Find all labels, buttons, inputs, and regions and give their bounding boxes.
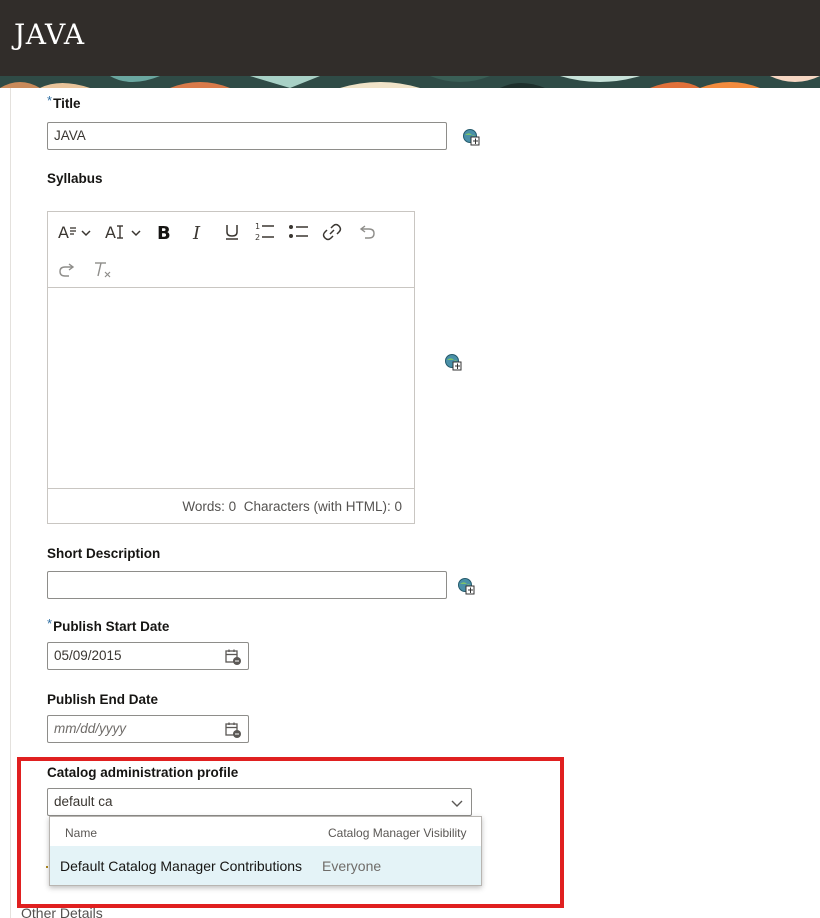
required-marker: * <box>47 616 53 631</box>
short-description-label: Short Description <box>47 546 161 561</box>
svg-text:1: 1 <box>255 222 260 231</box>
title-label: *Title <box>47 93 81 111</box>
font-style-icon[interactable]: A <box>56 220 94 244</box>
editor-counts: Words: 0 Characters (with HTML): 0 <box>48 488 414 523</box>
character-count: Characters (with HTML): 0 <box>243 499 402 514</box>
section-divider <box>10 88 11 918</box>
svg-text:I: I <box>192 223 201 242</box>
page-header: JAVA <box>0 0 820 76</box>
translate-globe-icon[interactable] <box>444 353 462 371</box>
publish-end-date-label: Publish End Date <box>47 692 159 707</box>
word-count: Words: 0 <box>182 499 237 514</box>
publish-start-date-label: *Publish Start Date <box>47 616 170 634</box>
highlight-annotation-box <box>17 757 564 908</box>
decorative-banner <box>0 76 820 88</box>
syllabus-content-area[interactable] <box>48 288 414 488</box>
editor-toolbar: A A B I 12 <box>48 212 414 288</box>
svg-text:A: A <box>58 223 69 242</box>
italic-icon[interactable]: I <box>186 220 210 244</box>
other-details-section[interactable]: Other Details <box>21 905 103 918</box>
syllabus-editor[interactable]: A A B I 12 Words: 0 Characters (with HTM… <box>47 211 415 524</box>
translate-globe-icon[interactable] <box>457 577 475 595</box>
publish-end-date-input[interactable]: mm/dd/yyyy <box>47 715 249 743</box>
translate-globe-icon[interactable] <box>462 128 480 146</box>
svg-text:2: 2 <box>255 233 260 242</box>
short-description-input[interactable] <box>47 571 447 599</box>
bulleted-list-icon[interactable] <box>286 220 312 244</box>
undo-icon[interactable] <box>354 220 378 244</box>
publish-start-date-input[interactable]: 05/09/2015 <box>47 642 249 670</box>
title-input[interactable]: JAVA <box>47 122 447 150</box>
bold-icon[interactable]: B <box>152 220 176 244</box>
underline-icon[interactable] <box>220 220 244 244</box>
svg-text:A: A <box>105 223 116 242</box>
link-icon[interactable] <box>320 220 344 244</box>
calendar-icon[interactable] <box>224 721 242 739</box>
required-marker: * <box>47 93 53 108</box>
redo-icon[interactable] <box>56 258 80 282</box>
svg-text:B: B <box>157 223 171 242</box>
numbered-list-icon[interactable]: 12 <box>252 220 278 244</box>
syllabus-label: Syllabus <box>47 171 103 186</box>
calendar-icon[interactable] <box>224 648 242 666</box>
page-title: JAVA <box>14 18 85 51</box>
clear-format-icon[interactable] <box>90 258 114 282</box>
font-size-icon[interactable]: A <box>103 220 145 244</box>
